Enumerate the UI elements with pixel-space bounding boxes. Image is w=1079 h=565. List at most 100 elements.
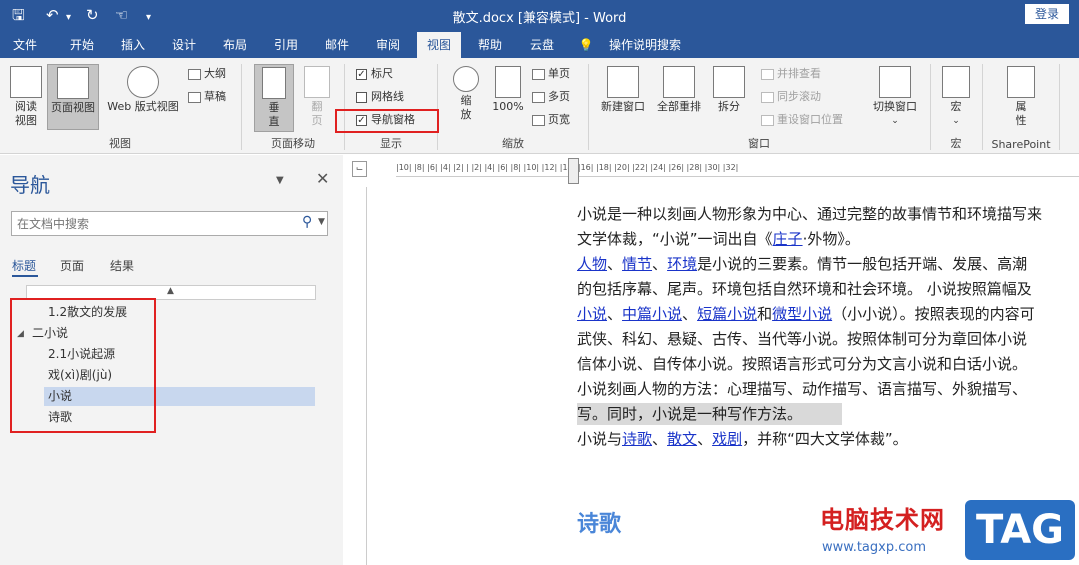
reset-window-position-button[interactable]: 重设窗口位置 xyxy=(761,112,843,128)
search-icon[interactable]: ⚲ xyxy=(302,214,312,230)
synchronous-scrolling-button[interactable]: 同步滚动 xyxy=(761,89,821,105)
one-page-icon xyxy=(532,68,545,80)
macros-button[interactable]: 宏 ⌄ xyxy=(939,66,973,128)
doc-line-highlighted[interactable]: 写。同时，小说是一种写作方法。 xyxy=(577,403,842,425)
highlight-box xyxy=(10,298,156,433)
doc-heading[interactable]: 诗歌 xyxy=(577,506,621,538)
globe-icon xyxy=(127,66,159,98)
tell-me-search[interactable]: 操作说明搜索 xyxy=(600,32,690,58)
chevron-down-icon[interactable]: ▼ xyxy=(318,217,325,227)
page-width-icon xyxy=(532,114,545,126)
views-group: 阅读 视图 页面视图 Web 版式视图 大纲 草稿 视图 xyxy=(0,58,240,153)
doc-line[interactable]: 文学体裁，“小说”一词出自《庄子·外物》。 xyxy=(577,228,860,250)
tab-home[interactable]: 开始 xyxy=(56,32,108,58)
nav-search-input[interactable]: ⚲ ▼ xyxy=(11,211,328,236)
tab-selector-icon[interactable]: ⌙ xyxy=(352,161,367,177)
watermark-url: www.tagxp.com xyxy=(822,540,926,555)
tab-review[interactable]: 审阅 xyxy=(362,32,414,58)
macros-group: 宏 ⌄ 宏 xyxy=(931,58,981,153)
split-icon xyxy=(713,66,745,98)
highlight-box xyxy=(335,109,439,133)
ruler-checkbox[interactable]: ✓ 标尺 xyxy=(356,66,393,82)
macro-icon xyxy=(942,66,970,98)
draft-button[interactable]: 草稿 xyxy=(188,89,226,105)
properties-icon xyxy=(1007,66,1035,98)
doc-line[interactable]: 小说、中篇小说、短篇小说和微型小说（小小说）。按照表现的内容可 xyxy=(577,303,1035,325)
side-to-side-icon xyxy=(304,66,330,98)
sync-scroll-icon xyxy=(761,91,774,103)
indent-marker-icon[interactable] xyxy=(568,158,579,184)
arrange-all-button[interactable]: 全部重排 xyxy=(653,66,705,114)
split-button[interactable]: 拆分 xyxy=(709,66,749,114)
doc-line[interactable]: 小说是一种以刻画人物形象为中心、通过完整的故事情节和环境描写来 xyxy=(577,203,1042,225)
tab-layout[interactable]: 布局 xyxy=(210,32,260,58)
multiple-pages-icon xyxy=(532,91,545,103)
doc-line[interactable]: 的包括序幕、尾声。环境包括自然环境和社会环境。 小说按照篇幅及 xyxy=(577,278,1032,300)
print-layout-button[interactable]: 页面视图 xyxy=(47,64,99,130)
login-button[interactable]: 登录 xyxy=(1025,4,1069,24)
watermark-site: 电脑技术网 xyxy=(820,506,945,534)
doc-line[interactable]: 人物、情节、环境是小说的三要素。情节一般包括开端、发展、高潮 xyxy=(577,253,1027,275)
watermark-tag: TAG xyxy=(965,500,1075,560)
tab-pages[interactable]: 页面 xyxy=(60,257,84,274)
side-to-side-button[interactable]: 翻 页 xyxy=(300,66,334,128)
outline-button[interactable]: 大纲 xyxy=(188,66,226,82)
ribbon-tabs: 文件 开始 插入 设计 布局 引用 邮件 审阅 视图 帮助 云盘 💡 操作说明搜… xyxy=(0,32,1079,58)
window-title: 散文.docx [兼容模式] - Word xyxy=(452,11,627,26)
switch-windows-icon xyxy=(879,66,911,98)
vertical-button[interactable]: 垂 直 xyxy=(254,64,294,132)
zoom-100-button[interactable]: 100% xyxy=(490,66,526,114)
gridlines-checkbox[interactable]: 网格线 xyxy=(356,89,404,105)
checkmark-icon: ✓ xyxy=(356,68,367,80)
page-movement-group: 垂 直 翻 页 页面移动 xyxy=(242,58,344,153)
doc-line[interactable]: 小说与诗歌、散文、戏剧，并称“四大文学体裁”。 xyxy=(577,428,908,450)
sharepoint-group: 属 性 SharePoint xyxy=(983,58,1059,153)
tab-references[interactable]: 引用 xyxy=(260,32,312,58)
zoom-button[interactable]: 缩 放 xyxy=(448,66,484,122)
active-tab-underline xyxy=(12,275,38,277)
read-mode-icon xyxy=(10,66,42,98)
nav-title: 导航 xyxy=(10,173,50,197)
title-bar: 🖫 ↶ ▾ ↻ ☜ ▾ 散文.docx [兼容模式] - Word 登录 xyxy=(0,0,1079,32)
tab-mailings[interactable]: 邮件 xyxy=(312,32,362,58)
one-page-button[interactable]: 单页 xyxy=(532,66,570,82)
tab-design[interactable]: 设计 xyxy=(158,32,210,58)
tab-cloud[interactable]: 云盘 xyxy=(516,32,568,58)
search-input[interactable] xyxy=(17,215,297,233)
doc-line[interactable]: 武侠、科幻、悬疑、古传、当代等小说。按照体制可分为章回体小说 xyxy=(577,328,1027,350)
show-group: ✓ 标尺 网格线 ✓ 导航窗格 显示 xyxy=(356,66,415,150)
pane-options-icon[interactable]: ▼ xyxy=(276,175,284,186)
properties-button[interactable]: 属 性 xyxy=(1003,66,1039,128)
close-icon[interactable]: ✕ xyxy=(316,169,329,188)
zoom-group: 缩 放 100% 单页 多页 页宽 缩放 xyxy=(438,58,588,153)
web-layout-button[interactable]: Web 版式视图 xyxy=(102,66,184,114)
tab-results[interactable]: 结果 xyxy=(110,257,134,274)
tab-insert[interactable]: 插入 xyxy=(108,32,158,58)
tab-file[interactable]: 文件 xyxy=(0,32,50,58)
chevron-down-icon: ⌄ xyxy=(952,116,960,126)
read-mode-button[interactable]: 阅读 视图 xyxy=(6,66,46,128)
doc-line[interactable]: 小说刻画人物的方法：心理描写、动作描写、语言描写、外貌描写、 xyxy=(577,378,1027,400)
print-layout-icon xyxy=(57,67,89,99)
tab-help[interactable]: 帮助 xyxy=(464,32,516,58)
tab-headings[interactable]: 标题 xyxy=(12,257,36,274)
doc-line[interactable]: 信体小说、自传体小说。按照语言形式可分为文言小说和白话小说。 xyxy=(577,353,1027,375)
switch-windows-button[interactable]: 切换窗口 ⌄ xyxy=(865,66,925,128)
window-group: 新建窗口 全部重排 拆分 并排查看 同步滚动 重设窗口位置 切换窗口 ⌄ 窗口 xyxy=(589,58,929,153)
page-width-button[interactable]: 页宽 xyxy=(532,112,570,128)
tab-view[interactable]: 视图 xyxy=(417,32,461,58)
ribbon: 阅读 视图 页面视图 Web 版式视图 大纲 草稿 视图 垂 直 翻 页 页面移… xyxy=(0,58,1079,154)
multiple-pages-button[interactable]: 多页 xyxy=(532,89,570,105)
chevron-down-icon: ⌄ xyxy=(891,116,899,126)
vertical-icon xyxy=(262,67,286,99)
side-by-side-icon xyxy=(761,68,774,80)
lightbulb-icon: 💡 xyxy=(578,38,594,52)
scroll-up-icon: ▲ xyxy=(167,286,174,296)
reset-window-icon xyxy=(761,114,774,126)
vertical-ruler[interactable] xyxy=(354,187,367,565)
new-window-icon xyxy=(607,66,639,98)
view-side-by-side-button[interactable]: 并排查看 xyxy=(761,66,821,82)
draft-icon xyxy=(188,91,201,103)
horizontal-ruler[interactable]: |10| |8| |6| |4| |2| | |2| |4| |6| |8| |… xyxy=(396,163,1079,177)
new-window-button[interactable]: 新建窗口 xyxy=(597,66,649,114)
